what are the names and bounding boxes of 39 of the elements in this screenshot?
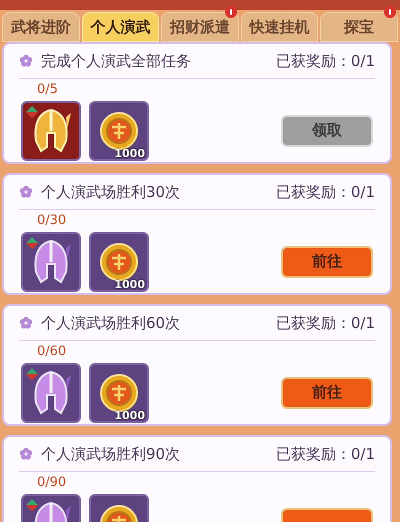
reward-status: 已获奖励：0/1 xyxy=(276,444,375,465)
task-title: 个人演武场胜利30次 xyxy=(41,182,180,203)
coin-icon xyxy=(99,242,139,282)
go-button[interactable]: 前往 xyxy=(281,376,373,408)
reward-count: 1000 xyxy=(114,410,145,420)
flower-icon xyxy=(19,447,33,462)
diamond-badge-icon xyxy=(26,236,38,248)
reward-item[interactable]: 1000 xyxy=(89,362,149,422)
reward-status: 已获奖励：0/1 xyxy=(276,182,375,203)
completion-count: 0/5 xyxy=(36,80,58,98)
diamond-badge-icon xyxy=(26,498,38,510)
reward-item[interactable]: 1000 xyxy=(89,232,149,292)
tab[interactable]: 快速挂机 xyxy=(240,12,318,42)
reward-item[interactable] xyxy=(21,100,81,160)
reward-item[interactable]: 1000 xyxy=(89,100,149,160)
diamond-badge-icon xyxy=(26,368,38,380)
tab[interactable]: 武将进阶 xyxy=(2,12,80,42)
reward-status: 已获奖励：0/1 xyxy=(276,313,375,334)
tab[interactable]: 招财派遣 xyxy=(161,12,239,42)
task-title: 完成个人演武全部任务 xyxy=(41,51,191,72)
coin-icon xyxy=(99,372,139,412)
go-button[interactable]: 前往 xyxy=(281,246,373,278)
completion-count: 0/60 xyxy=(36,342,66,360)
flower-icon xyxy=(19,316,33,330)
completion-count: 0/30 xyxy=(36,212,66,230)
reward-status: 已获奖励：0/1 xyxy=(276,51,375,72)
diamond-badge-icon xyxy=(26,106,38,118)
reward-count: 1000 xyxy=(114,278,145,290)
reward-item[interactable] xyxy=(21,232,81,292)
reward-count: 1000 xyxy=(114,148,145,158)
tab[interactable]: 个人演武 xyxy=(82,12,160,42)
flower-icon xyxy=(19,185,33,200)
reward-item[interactable] xyxy=(21,362,81,422)
flower-icon xyxy=(19,54,33,68)
task-title: 个人演武场胜利90次 xyxy=(41,444,180,465)
task-title: 个人演武场胜利60次 xyxy=(41,313,180,334)
completion-count: 0/90 xyxy=(36,474,66,492)
tab[interactable]: 探宝 xyxy=(320,12,398,42)
coin-icon xyxy=(99,110,139,150)
